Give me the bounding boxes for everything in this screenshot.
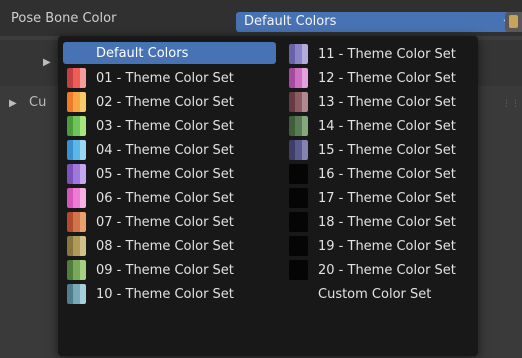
menu-item-label: 10 - Theme Color Set xyxy=(96,286,234,302)
menu-item[interactable]: 08 - Theme Color Set xyxy=(63,234,276,258)
menu-item-label: 15 - Theme Color Set xyxy=(318,142,456,158)
menu-item-label: 07 - Theme Color Set xyxy=(96,214,234,230)
bone-color-menu: Default Colors 01 - Theme Color Set 02 - T… xyxy=(58,36,478,356)
eyedropper-icon[interactable] xyxy=(505,12,522,32)
color-swatch-icon xyxy=(67,260,86,280)
bone-color-dropdown[interactable]: Default Colors ⌄ xyxy=(236,12,515,32)
color-swatch-icon xyxy=(289,44,308,64)
menu-item[interactable]: 09 - Theme Color Set xyxy=(63,258,276,282)
color-swatch-icon xyxy=(289,236,308,256)
drag-handle-icon[interactable]: ⋮⋮ xyxy=(502,99,520,109)
triangle-right-icon[interactable]: ▶ xyxy=(9,98,17,109)
color-swatch-icon xyxy=(289,140,308,160)
menu-item-label: 08 - Theme Color Set xyxy=(96,238,234,254)
menu-item[interactable]: Default Colors xyxy=(63,42,276,64)
menu-item-label: 09 - Theme Color Set xyxy=(96,262,234,278)
menu-item-label: Default Colors xyxy=(96,45,189,61)
menu-item-label: 18 - Theme Color Set xyxy=(318,214,456,230)
menu-item[interactable]: 07 - Theme Color Set xyxy=(63,210,276,234)
menu-item-label: 01 - Theme Color Set xyxy=(96,70,234,86)
menu-item[interactable]: 14 - Theme Color Set xyxy=(285,114,475,138)
menu-item[interactable]: 20 - Theme Color Set xyxy=(285,258,475,282)
color-swatch-icon xyxy=(289,260,308,280)
menu-item-label: 13 - Theme Color Set xyxy=(318,94,456,110)
menu-column-left: Default Colors 01 - Theme Color Set 02 - T… xyxy=(63,42,276,306)
menu-item[interactable]: 18 - Theme Color Set xyxy=(285,210,475,234)
menu-item-label: 19 - Theme Color Set xyxy=(318,238,456,254)
menu-item[interactable]: 05 - Theme Color Set xyxy=(63,162,276,186)
color-swatch-icon xyxy=(67,116,86,136)
menu-item-label: Custom Color Set xyxy=(318,286,432,302)
menu-item-label: 03 - Theme Color Set xyxy=(96,118,234,134)
color-swatch-icon xyxy=(67,140,86,160)
menu-item[interactable]: 16 - Theme Color Set xyxy=(285,162,475,186)
menu-item[interactable]: 19 - Theme Color Set xyxy=(285,234,475,258)
menu-item[interactable]: 12 - Theme Color Set xyxy=(285,66,475,90)
menu-item-label: 06 - Theme Color Set xyxy=(96,190,234,206)
menu-item-label: 05 - Theme Color Set xyxy=(96,166,234,182)
menu-item[interactable]: 04 - Theme Color Set xyxy=(63,138,276,162)
menu-column-right: 11 - Theme Color Set 12 - Theme Color Set… xyxy=(285,42,475,306)
menu-item-label: 20 - Theme Color Set xyxy=(318,262,456,278)
menu-item-label: 12 - Theme Color Set xyxy=(318,70,456,86)
menu-item[interactable]: Custom Color Set xyxy=(285,282,475,306)
menu-item-label: 11 - Theme Color Set xyxy=(318,46,456,62)
property-row: Pose Bone Color Default Colors ⌄ xyxy=(0,0,522,36)
color-swatch-icon xyxy=(289,212,308,232)
menu-item[interactable]: 15 - Theme Color Set xyxy=(285,138,475,162)
color-swatch-icon xyxy=(67,212,86,232)
color-swatch-icon xyxy=(67,164,86,184)
triangle-right-icon[interactable]: ▶ xyxy=(43,57,51,68)
menu-item[interactable]: 06 - Theme Color Set xyxy=(63,186,276,210)
menu-item[interactable]: 03 - Theme Color Set xyxy=(63,114,276,138)
color-swatch-icon xyxy=(289,116,308,136)
menu-item-label: 17 - Theme Color Set xyxy=(318,190,456,206)
color-swatch-icon xyxy=(67,68,86,88)
menu-item-label: 04 - Theme Color Set xyxy=(96,142,234,158)
color-swatch-icon xyxy=(67,188,86,208)
color-swatch-icon xyxy=(289,188,308,208)
menu-item[interactable]: 01 - Theme Color Set xyxy=(63,66,276,90)
menu-item-label: 16 - Theme Color Set xyxy=(318,166,456,182)
color-swatch-icon xyxy=(289,68,308,88)
menu-item[interactable]: 02 - Theme Color Set xyxy=(63,90,276,114)
color-swatch-icon xyxy=(67,284,86,304)
color-swatch-icon xyxy=(67,92,86,112)
color-swatch-icon xyxy=(289,164,308,184)
menu-item[interactable]: 17 - Theme Color Set xyxy=(285,186,475,210)
menu-item[interactable]: 11 - Theme Color Set xyxy=(285,42,475,66)
menu-item-label: 14 - Theme Color Set xyxy=(318,118,456,134)
panel-label-fragment: Cu xyxy=(29,95,47,110)
color-swatch-icon xyxy=(67,236,86,256)
property-label: Pose Bone Color xyxy=(11,11,117,26)
dropdown-value: Default Colors xyxy=(244,14,337,29)
menu-item-label: 02 - Theme Color Set xyxy=(96,94,234,110)
menu-item[interactable]: 13 - Theme Color Set xyxy=(285,90,475,114)
menu-item[interactable]: 10 - Theme Color Set xyxy=(63,282,276,306)
color-swatch-icon xyxy=(289,92,308,112)
